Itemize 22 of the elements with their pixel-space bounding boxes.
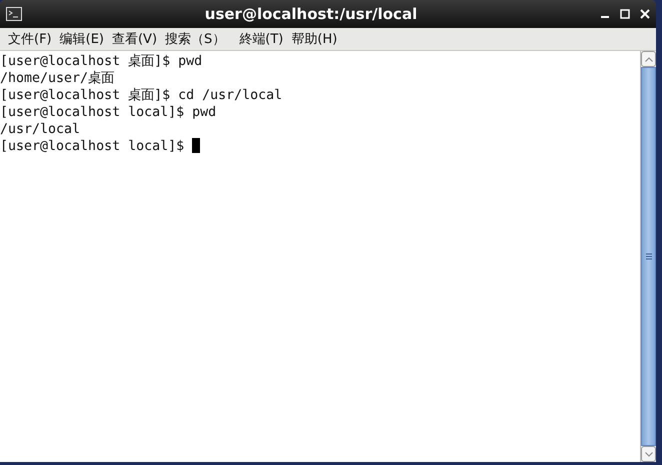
menu-item[interactable]: 帮助(H) <box>287 30 342 48</box>
menu-item[interactable]: 编辑(E) <box>56 30 108 48</box>
terminal-icon <box>6 7 22 21</box>
caret-down-icon <box>644 452 652 456</box>
close-icon[interactable] <box>640 9 650 19</box>
grip-icon <box>646 253 652 260</box>
terminal-line: [user@localhost local]$ <box>0 139 186 154</box>
terminal-line: [user@localhost 桌面]$ cd /usr/local <box>0 88 282 103</box>
terminal-line: [user@localhost local]$ pwd <box>0 105 216 120</box>
menu-item[interactable]: 查看(V) <box>108 30 162 48</box>
caret-up-icon <box>644 56 652 62</box>
terminal-line: /home/user/桌面 <box>0 71 114 86</box>
terminal-line: /usr/local <box>0 122 80 137</box>
scroll-up-button[interactable] <box>641 51 656 67</box>
menu-item[interactable]: 文件(F) <box>4 30 56 48</box>
maximize-icon[interactable] <box>620 9 630 19</box>
scroll-down-button[interactable] <box>641 446 656 462</box>
text-cursor <box>192 138 200 153</box>
terminal-line: [user@localhost 桌面]$ pwd <box>0 54 202 69</box>
menu-item[interactable]: 終端(T) <box>235 30 288 48</box>
menu-item[interactable]: 搜索（S） <box>161 30 230 48</box>
window-title: user@localhost:/usr/local <box>204 5 418 23</box>
